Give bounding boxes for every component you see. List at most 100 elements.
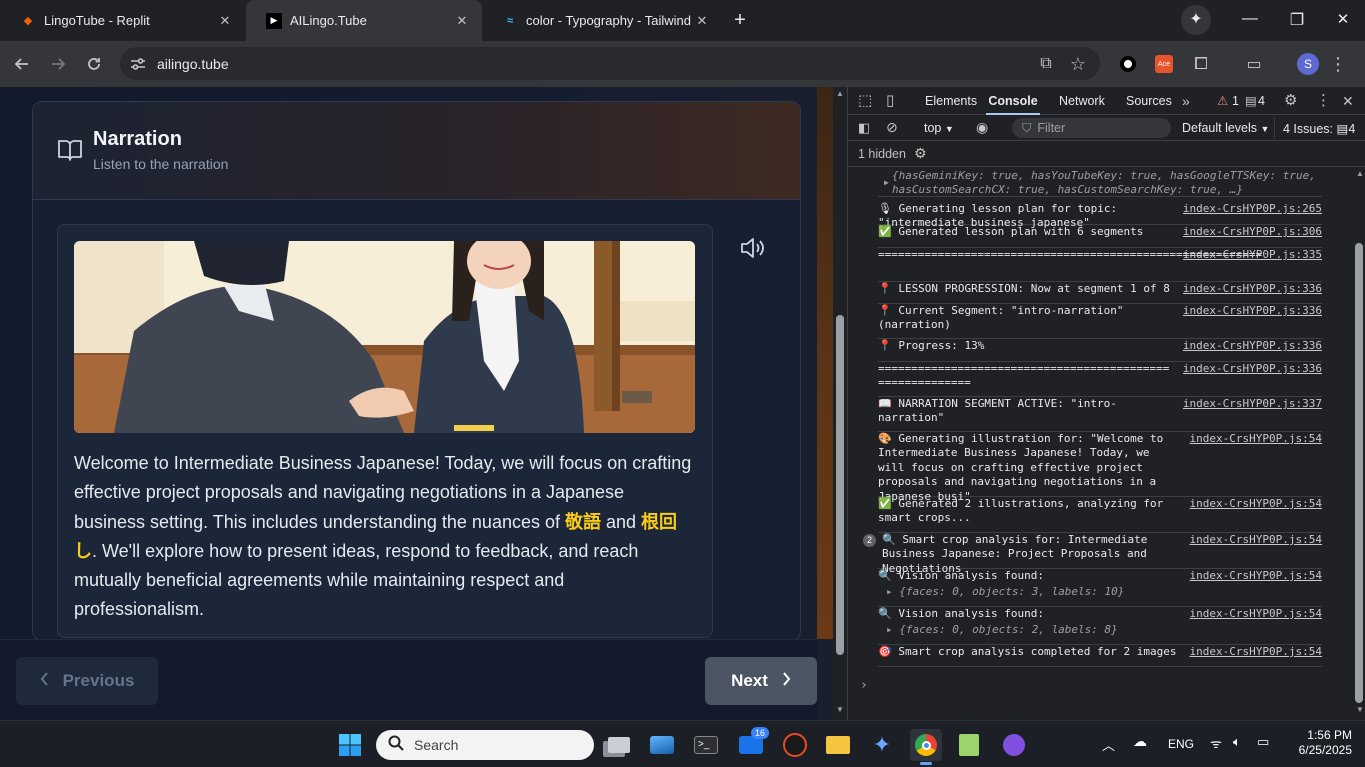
- minimize-button[interactable]: —: [1240, 10, 1260, 30]
- source-link[interactable]: index-CrsHYP0P.js:336: [1183, 362, 1322, 376]
- close-tab-icon[interactable]: ✕: [454, 13, 470, 29]
- source-link[interactable]: index-CrsHYP0P.js:54: [1190, 645, 1322, 659]
- extension-circle-icon[interactable]: [1113, 49, 1143, 79]
- tab-tailwind[interactable]: ≈ color - Typography - Tailwind CSS ✕: [482, 0, 722, 41]
- console-log-row[interactable]: 🎯 Smart crop analysis completed for 2 im…: [878, 645, 1322, 667]
- github-app-icon[interactable]: [998, 729, 1030, 761]
- kebab-menu-icon[interactable]: ⋮: [1323, 49, 1353, 79]
- console-log-row[interactable]: ✅ Generated 2 illustrations, analyzing f…: [878, 497, 1322, 533]
- source-link[interactable]: index-CrsHYP0P.js:54: [1190, 432, 1322, 446]
- console-log-row[interactable]: 🎙 Generating lesson plan for topic: "int…: [878, 202, 1322, 229]
- site-info-icon[interactable]: [127, 53, 149, 75]
- previous-button[interactable]: Previous: [16, 657, 158, 705]
- source-link[interactable]: index-CrsHYP0P.js:306: [1183, 225, 1322, 239]
- next-button[interactable]: Next: [705, 657, 817, 705]
- chevron-up-icon[interactable]: ︿: [1102, 735, 1115, 754]
- bookmark-star-icon[interactable]: ☆: [1063, 49, 1093, 79]
- profile-avatar[interactable]: S: [1293, 49, 1323, 79]
- source-link[interactable]: index-CrsHYP0P.js:265: [1183, 202, 1322, 216]
- log-levels-dropdown[interactable]: Default levels ▼: [1182, 121, 1269, 135]
- app-icon-dots[interactable]: [779, 729, 811, 761]
- close-tab-icon[interactable]: ✕: [217, 13, 233, 29]
- devtools-menu-icon[interactable]: ⋮: [1316, 87, 1331, 115]
- console-log-row[interactable]: ========================================…: [878, 362, 1322, 397]
- source-link[interactable]: index-CrsHYP0P.js:54: [1190, 533, 1322, 547]
- close-devtools-icon[interactable]: ✕: [1342, 87, 1354, 115]
- console-settings-gear-icon[interactable]: ⚙: [914, 145, 927, 162]
- source-link[interactable]: index-CrsHYP0P.js:54: [1190, 569, 1322, 583]
- source-link[interactable]: index-CrsHYP0P.js:335: [1183, 248, 1322, 262]
- console-log-row[interactable]: ========================================…: [878, 248, 1322, 282]
- tab-replit[interactable]: ◆ LingoTube - Replit ✕: [0, 0, 245, 41]
- volume-icon[interactable]: 🔈︎: [1233, 734, 1241, 750]
- message-icon[interactable]: ▤: [1245, 87, 1257, 115]
- console-scrollbar-thumb[interactable]: [1355, 243, 1363, 703]
- object-preview[interactable]: ▸ {faces: 0, objects: 2, labels: 8}: [886, 623, 1118, 637]
- issues-counter[interactable]: 4 Issues: ▤4: [1283, 121, 1355, 136]
- close-tab-icon[interactable]: ✕: [694, 13, 710, 29]
- console-log-row[interactable]: ✅ Generated lesson plan with 6 segments i…: [878, 225, 1322, 248]
- console-log-row[interactable]: 📍 Progress: 13% index-CrsHYP0P.js:336: [878, 339, 1322, 362]
- page-scrollbar-thumb[interactable]: [836, 315, 844, 655]
- device-toolbar-icon[interactable]: ▯: [886, 87, 894, 115]
- file-explorer-icon[interactable]: [822, 729, 854, 761]
- tab-sources[interactable]: Sources: [1126, 87, 1172, 115]
- wifi-icon[interactable]: ᯤ: [1210, 734, 1222, 752]
- source-link[interactable]: index-CrsHYP0P.js:54: [1190, 497, 1322, 511]
- console-log-row[interactable]: 🎨 Generating illustration for: "Welcome …: [878, 432, 1322, 503]
- source-link[interactable]: index-CrsHYP0P.js:336: [1183, 282, 1322, 296]
- tab-ailingo[interactable]: ▶ AILingo.Tube ✕: [246, 0, 482, 41]
- tab-console[interactable]: Console: [986, 87, 1040, 115]
- tab-elements[interactable]: Elements: [925, 87, 977, 115]
- photos-app-icon[interactable]: [646, 729, 678, 761]
- back-button[interactable]: [7, 49, 37, 79]
- expand-triangle-icon[interactable]: ▶: [884, 176, 889, 190]
- battery-icon[interactable]: ▭: [1257, 734, 1269, 750]
- close-window-button[interactable]: ✕: [1333, 10, 1353, 30]
- console-log-row[interactable]: 📍 LESSON PROGRESSION: Now at segment 1 o…: [878, 282, 1322, 304]
- task-view-icon[interactable]: [603, 729, 635, 761]
- chrome-app-icon[interactable]: [910, 729, 942, 765]
- console-prompt[interactable]: ›: [860, 678, 868, 693]
- copilot-sparkle-icon[interactable]: ✦: [866, 729, 898, 761]
- sidebar-toggle-icon[interactable]: ◧: [858, 120, 870, 136]
- restore-button[interactable]: ❐: [1287, 10, 1307, 30]
- mail-app-icon[interactable]: 16: [735, 727, 770, 761]
- source-link[interactable]: index-CrsHYP0P.js:337: [1183, 397, 1322, 411]
- more-tabs-chevron-icon[interactable]: »: [1182, 87, 1190, 115]
- tab-network[interactable]: Network: [1059, 87, 1105, 115]
- console-log-row[interactable]: 📍 Current Segment: "intro-narration" (na…: [878, 304, 1322, 339]
- object-preview[interactable]: ▸ {faces: 0, objects: 3, labels: 10}: [886, 585, 1124, 599]
- source-link[interactable]: index-CrsHYP0P.js:336: [1183, 304, 1322, 318]
- install-app-icon[interactable]: ⧉: [1031, 49, 1061, 79]
- highlight-term-keigo[interactable]: 敬語: [565, 512, 601, 532]
- scroll-up-arrow-icon[interactable]: ▲: [836, 89, 844, 98]
- taskbar-search[interactable]: Search: [376, 730, 594, 760]
- inspect-element-icon[interactable]: ⬚: [858, 87, 872, 115]
- scroll-down-arrow-icon[interactable]: ▼: [836, 705, 844, 714]
- new-tab-button[interactable]: +: [729, 9, 751, 31]
- speaker-volume-icon[interactable]: [739, 236, 767, 260]
- language-indicator[interactable]: ENG: [1168, 737, 1194, 751]
- console-log-row[interactable]: 📖 NARRATION SEGMENT ACTIVE: "intro-narra…: [878, 397, 1322, 432]
- address-bar[interactable]: ailingo.tube: [120, 47, 1100, 80]
- forward-button[interactable]: [43, 49, 73, 79]
- console-log-row[interactable]: 🔍 Vision analysis found: ▸ {faces: 0, obj…: [878, 569, 1322, 607]
- console-row-object[interactable]: ▶ {hasGeminiKey: true, hasYouTubeKey: tr…: [878, 167, 1322, 197]
- extensions-puzzle-icon[interactable]: ⧠: [1186, 49, 1216, 79]
- filter-input[interactable]: ⛉ Filter: [1012, 118, 1171, 138]
- scroll-up-arrow-icon[interactable]: ▲: [1356, 169, 1364, 178]
- source-link[interactable]: index-CrsHYP0P.js:336: [1183, 339, 1322, 353]
- extension-ace-icon[interactable]: Ace: [1149, 49, 1179, 79]
- notepad-app-icon[interactable]: [953, 729, 985, 761]
- live-expression-eye-icon[interactable]: ◉: [976, 119, 988, 136]
- clear-console-icon[interactable]: ⊘: [886, 119, 898, 136]
- source-link[interactable]: index-CrsHYP0P.js:54: [1190, 607, 1322, 621]
- gemini-sparkle-icon[interactable]: ✦: [1181, 5, 1211, 35]
- console-log-row[interactable]: 🔍 Vision analysis found: ▸ {faces: 0, obj…: [878, 607, 1322, 645]
- terminal-app-icon[interactable]: >_: [690, 729, 722, 761]
- reload-button[interactable]: [79, 49, 109, 79]
- onedrive-cloud-icon[interactable]: ☁: [1133, 733, 1147, 750]
- system-clock[interactable]: 1:56 PM 6/25/2025: [1282, 728, 1352, 758]
- windows-start-icon[interactable]: [334, 729, 366, 761]
